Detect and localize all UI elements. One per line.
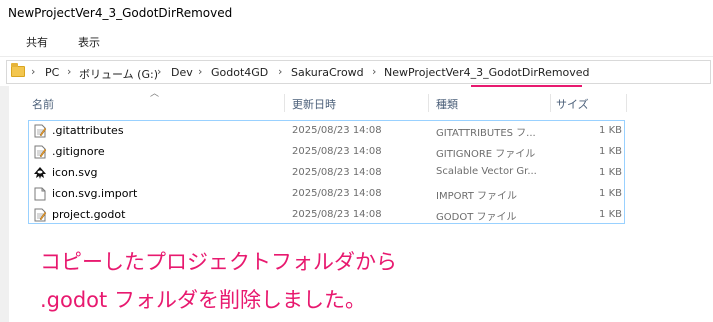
blank-file-icon [34, 187, 46, 201]
breadcrumb-sakuracrowd[interactable]: SakuraCrowd [291, 66, 364, 79]
column-header-size[interactable]: サイズ [556, 96, 589, 112]
column-header-type[interactable]: 種類 [436, 96, 458, 112]
column-divider[interactable] [626, 94, 627, 112]
file-name: icon.svg.import [52, 187, 138, 200]
text-file-icon [34, 208, 47, 222]
breadcrumb-separator-icon: › [372, 65, 377, 78]
folder-icon [11, 63, 25, 77]
navigation-pane-edge [0, 86, 9, 322]
file-name: .gitattributes [52, 124, 124, 137]
file-row[interactable]: project.godot 2025/08/23 14:08 GODOT ファイ… [30, 205, 624, 226]
breadcrumb-current-folder[interactable]: NewProjectVer4_3_GodotDirRemoved [384, 66, 590, 79]
breadcrumb-dev[interactable]: Dev [171, 66, 193, 79]
file-type: Scalable Vector Gr... [436, 166, 537, 177]
title-bar: NewProjectVer4_3_GodotDirRemoved [0, 0, 713, 26]
column-divider[interactable] [284, 94, 285, 112]
annotation-line-1: コピーしたプロジェクトフォルダから [40, 250, 397, 274]
annotation-line-2: .godot フォルダを削除しました。 [40, 288, 366, 312]
file-name: icon.svg [52, 166, 98, 179]
text-file-icon [34, 124, 47, 138]
file-size: 1 KB [599, 125, 622, 136]
file-size: 1 KB [599, 188, 622, 199]
breadcrumb-separator-icon: › [278, 65, 283, 78]
file-row[interactable]: icon.svg.import 2025/08/23 14:08 IMPORT … [30, 184, 624, 205]
column-header-date[interactable]: 更新日時 [292, 96, 336, 112]
column-divider[interactable] [428, 94, 429, 112]
breadcrumb-separator-icon: › [198, 65, 203, 78]
file-row[interactable]: icon.svg 2025/08/23 14:08 Scalable Vecto… [30, 163, 624, 184]
ribbon-divider [0, 56, 713, 57]
text-file-icon [34, 145, 47, 159]
inkscape-icon [34, 167, 46, 179]
tab-view[interactable]: 表示 [78, 34, 100, 50]
file-name: project.godot [52, 208, 126, 221]
file-size: 1 KB [599, 146, 622, 157]
breadcrumb-separator-icon: › [31, 65, 36, 78]
address-bar[interactable]: › PC › ボリューム (G:) › Dev › Godot4GD › Sak… [6, 60, 711, 84]
file-type: GITIGNORE ファイル [436, 149, 536, 160]
ribbon: 共有 表示 [0, 28, 713, 56]
column-header-name[interactable]: 名前 [32, 96, 54, 112]
sort-ascending-icon: ︿ [150, 89, 160, 99]
file-size: 1 KB [599, 209, 622, 220]
breadcrumb-godot4gd[interactable]: Godot4GD [211, 66, 268, 79]
breadcrumb-pc[interactable]: PC [45, 66, 59, 79]
file-modified-date: 2025/08/23 14:08 [292, 209, 382, 220]
file-modified-date: 2025/08/23 14:08 [292, 146, 382, 157]
breadcrumb-separator-icon: › [67, 65, 72, 78]
file-type: IMPORT ファイル [436, 191, 517, 202]
file-size: 1 KB [599, 167, 622, 178]
file-type: GITATTRIBUTES フ... [436, 128, 536, 139]
breadcrumb-separator-icon: › [157, 65, 162, 78]
file-modified-date: 2025/08/23 14:08 [292, 188, 382, 199]
current-folder-highlight [471, 85, 582, 87]
file-modified-date: 2025/08/23 14:08 [292, 125, 382, 136]
window-title: NewProjectVer4_3_GodotDirRemoved [8, 6, 233, 20]
file-type: GODOT ファイル [436, 212, 517, 223]
file-modified-date: 2025/08/23 14:08 [292, 167, 382, 178]
file-row[interactable]: .gitattributes 2025/08/23 14:08 GITATTRI… [30, 121, 624, 142]
file-name: .gitignore [52, 145, 105, 158]
file-row[interactable]: .gitignore 2025/08/23 14:08 GITIGNORE ファ… [30, 142, 624, 163]
column-divider[interactable] [550, 94, 551, 112]
tab-share[interactable]: 共有 [26, 34, 48, 50]
breadcrumb-volume[interactable]: ボリューム (G:) [79, 66, 158, 82]
